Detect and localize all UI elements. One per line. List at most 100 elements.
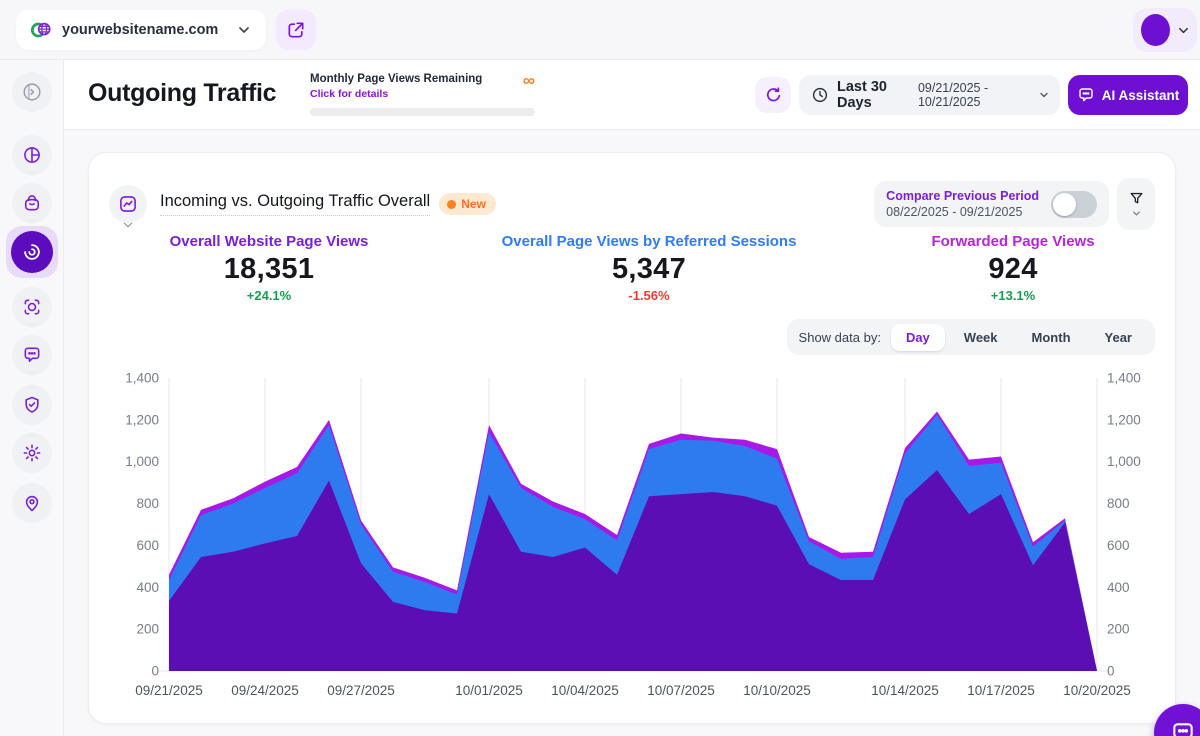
open-website-button[interactable]: [276, 10, 316, 50]
metric-value: 924: [849, 253, 1177, 286]
chevron-down-icon: [1176, 23, 1191, 38]
sidebar-item-tracking[interactable]: [12, 287, 52, 327]
chat-bubble-icon: [22, 345, 42, 365]
svg-text:1,400: 1,400: [125, 371, 159, 386]
sidebar-item-dashboard[interactable]: [12, 135, 52, 175]
sidebar-item-traffic-active[interactable]: [6, 226, 58, 278]
svg-text:10/14/2025: 10/14/2025: [871, 683, 939, 698]
website-name: yourwebsitename.com: [62, 22, 226, 38]
svg-text:0: 0: [1107, 664, 1115, 679]
sidebar-item-locations[interactable]: [12, 483, 52, 523]
shield-check-icon: [22, 395, 42, 415]
badge-label: New: [461, 197, 486, 211]
show-data-by-label: Show data by:: [799, 330, 881, 345]
refresh-button[interactable]: [755, 77, 791, 113]
infinity-icon: ∞: [523, 71, 535, 91]
filter-button[interactable]: [1117, 178, 1155, 230]
toggle-knob: [1053, 193, 1076, 216]
svg-text:600: 600: [1107, 538, 1130, 553]
content-area: Incoming vs. Outgoing Traffic Overall Ne…: [64, 130, 1200, 736]
svg-text:10/01/2025: 10/01/2025: [455, 683, 523, 698]
compare-label: Compare Previous Period: [886, 189, 1039, 203]
date-range-label: 09/21/2025 - 10/21/2025: [918, 81, 1030, 109]
granularity-month[interactable]: Month: [1017, 324, 1086, 351]
metric-referred-sessions: Overall Page Views by Referred Sessions …: [449, 233, 849, 303]
ai-assistant-label: AI Assistant: [1102, 88, 1180, 103]
external-link-icon: [286, 20, 306, 40]
granularity-year[interactable]: Year: [1090, 324, 1147, 351]
svg-text:10/07/2025: 10/07/2025: [647, 683, 715, 698]
funnel-icon: [1128, 190, 1145, 207]
quota-title: Monthly Page Views Remaining: [310, 73, 482, 85]
traffic-swirl-icon: [21, 241, 43, 263]
svg-text:1,200: 1,200: [1107, 412, 1141, 427]
refresh-icon: [764, 86, 783, 105]
clock-icon: [811, 86, 829, 104]
app-root: yourwebsitename.com: [0, 0, 1200, 736]
compare-range: 08/22/2025 - 09/21/2025: [886, 205, 1039, 219]
granularity-day[interactable]: Day: [891, 324, 945, 351]
svg-text:10/10/2025: 10/10/2025: [743, 683, 811, 698]
svg-text:10/20/2025: 10/20/2025: [1063, 683, 1131, 698]
svg-text:400: 400: [136, 580, 159, 595]
chevron-down-icon: [1038, 89, 1050, 101]
svg-text:09/24/2025: 09/24/2025: [231, 683, 299, 698]
quota-details-link[interactable]: Click for details: [310, 88, 388, 100]
svg-text:10/17/2025: 10/17/2025: [967, 683, 1035, 698]
metric-value: 18,351: [89, 253, 449, 286]
date-preset-label: Last 30 Days: [837, 79, 910, 111]
line-chart-icon: [118, 194, 138, 214]
svg-text:0: 0: [151, 664, 159, 679]
chevron-down-icon: [1131, 208, 1142, 219]
date-range-picker[interactable]: Last 30 Days 09/21/2025 - 10/21/2025: [799, 75, 1060, 115]
shopping-bag-icon: [22, 193, 42, 213]
sidebar-item-security[interactable]: [12, 385, 52, 425]
metric-forwarded-page-views: Forwarded Page Views 924 +13.1%: [849, 233, 1177, 303]
chevron-down-icon: [121, 218, 135, 232]
avatar: [1141, 14, 1170, 46]
quota-widget: Monthly Page Views Remaining Click for d…: [310, 60, 535, 130]
svg-text:600: 600: [136, 538, 159, 553]
page-header: Outgoing Traffic Monthly Page Views Rema…: [64, 60, 1200, 130]
sidebar-item-messages[interactable]: [12, 335, 52, 375]
svg-text:1,400: 1,400: [1107, 371, 1141, 386]
gear-icon: [22, 443, 42, 463]
sidebar-item-store[interactable]: [12, 183, 52, 223]
ai-chat-icon: [1077, 86, 1095, 104]
pie-chart-icon: [22, 145, 42, 165]
card-title: Incoming vs. Outgoing Traffic Overall: [160, 192, 430, 216]
website-favicon-icon: [30, 19, 52, 41]
collapse-arrow-icon: [21, 81, 43, 103]
metrics-row: Overall Website Page Views 18,351 +24.1%…: [89, 233, 1175, 303]
svg-text:1,000: 1,000: [1107, 454, 1141, 469]
metric-value: 5,347: [449, 253, 849, 286]
svg-text:09/27/2025: 09/27/2025: [327, 683, 395, 698]
granularity-control: Show data by: Day Week Month Year: [787, 319, 1155, 355]
user-menu[interactable]: [1133, 8, 1197, 52]
sidebar-item-settings[interactable]: [12, 433, 52, 473]
ai-assistant-button[interactable]: AI Assistant: [1068, 75, 1188, 115]
widget-icon-button[interactable]: [109, 185, 147, 223]
badge-dot: [447, 200, 456, 209]
compare-toggle[interactable]: [1051, 191, 1097, 218]
traffic-overview-card: Incoming vs. Outgoing Traffic Overall Ne…: [88, 152, 1176, 724]
map-pin-icon: [22, 493, 42, 513]
metric-overall-page-views: Overall Website Page Views 18,351 +24.1%: [89, 233, 449, 303]
svg-text:200: 200: [1107, 622, 1130, 637]
sidebar-collapse-button[interactable]: [12, 72, 52, 112]
website-selector[interactable]: yourwebsitename.com: [16, 10, 266, 50]
metric-label: Forwarded Page Views: [849, 233, 1177, 250]
page-title: Outgoing Traffic: [88, 79, 276, 108]
sidebar: [0, 60, 64, 736]
traffic-area-chart[interactable]: 002002004004006006008008001,0001,0001,20…: [89, 364, 1177, 706]
metric-label: Overall Website Page Views: [89, 233, 449, 250]
granularity-week[interactable]: Week: [949, 324, 1013, 351]
svg-text:1,000: 1,000: [125, 454, 159, 469]
topbar: yourwebsitename.com: [0, 0, 1200, 60]
svg-text:200: 200: [136, 622, 159, 637]
focus-scan-icon: [22, 297, 42, 317]
quota-progress-bar: [310, 108, 535, 116]
svg-text:800: 800: [136, 496, 159, 511]
metric-delta: -1.56%: [449, 288, 849, 303]
svg-text:1,200: 1,200: [125, 412, 159, 427]
